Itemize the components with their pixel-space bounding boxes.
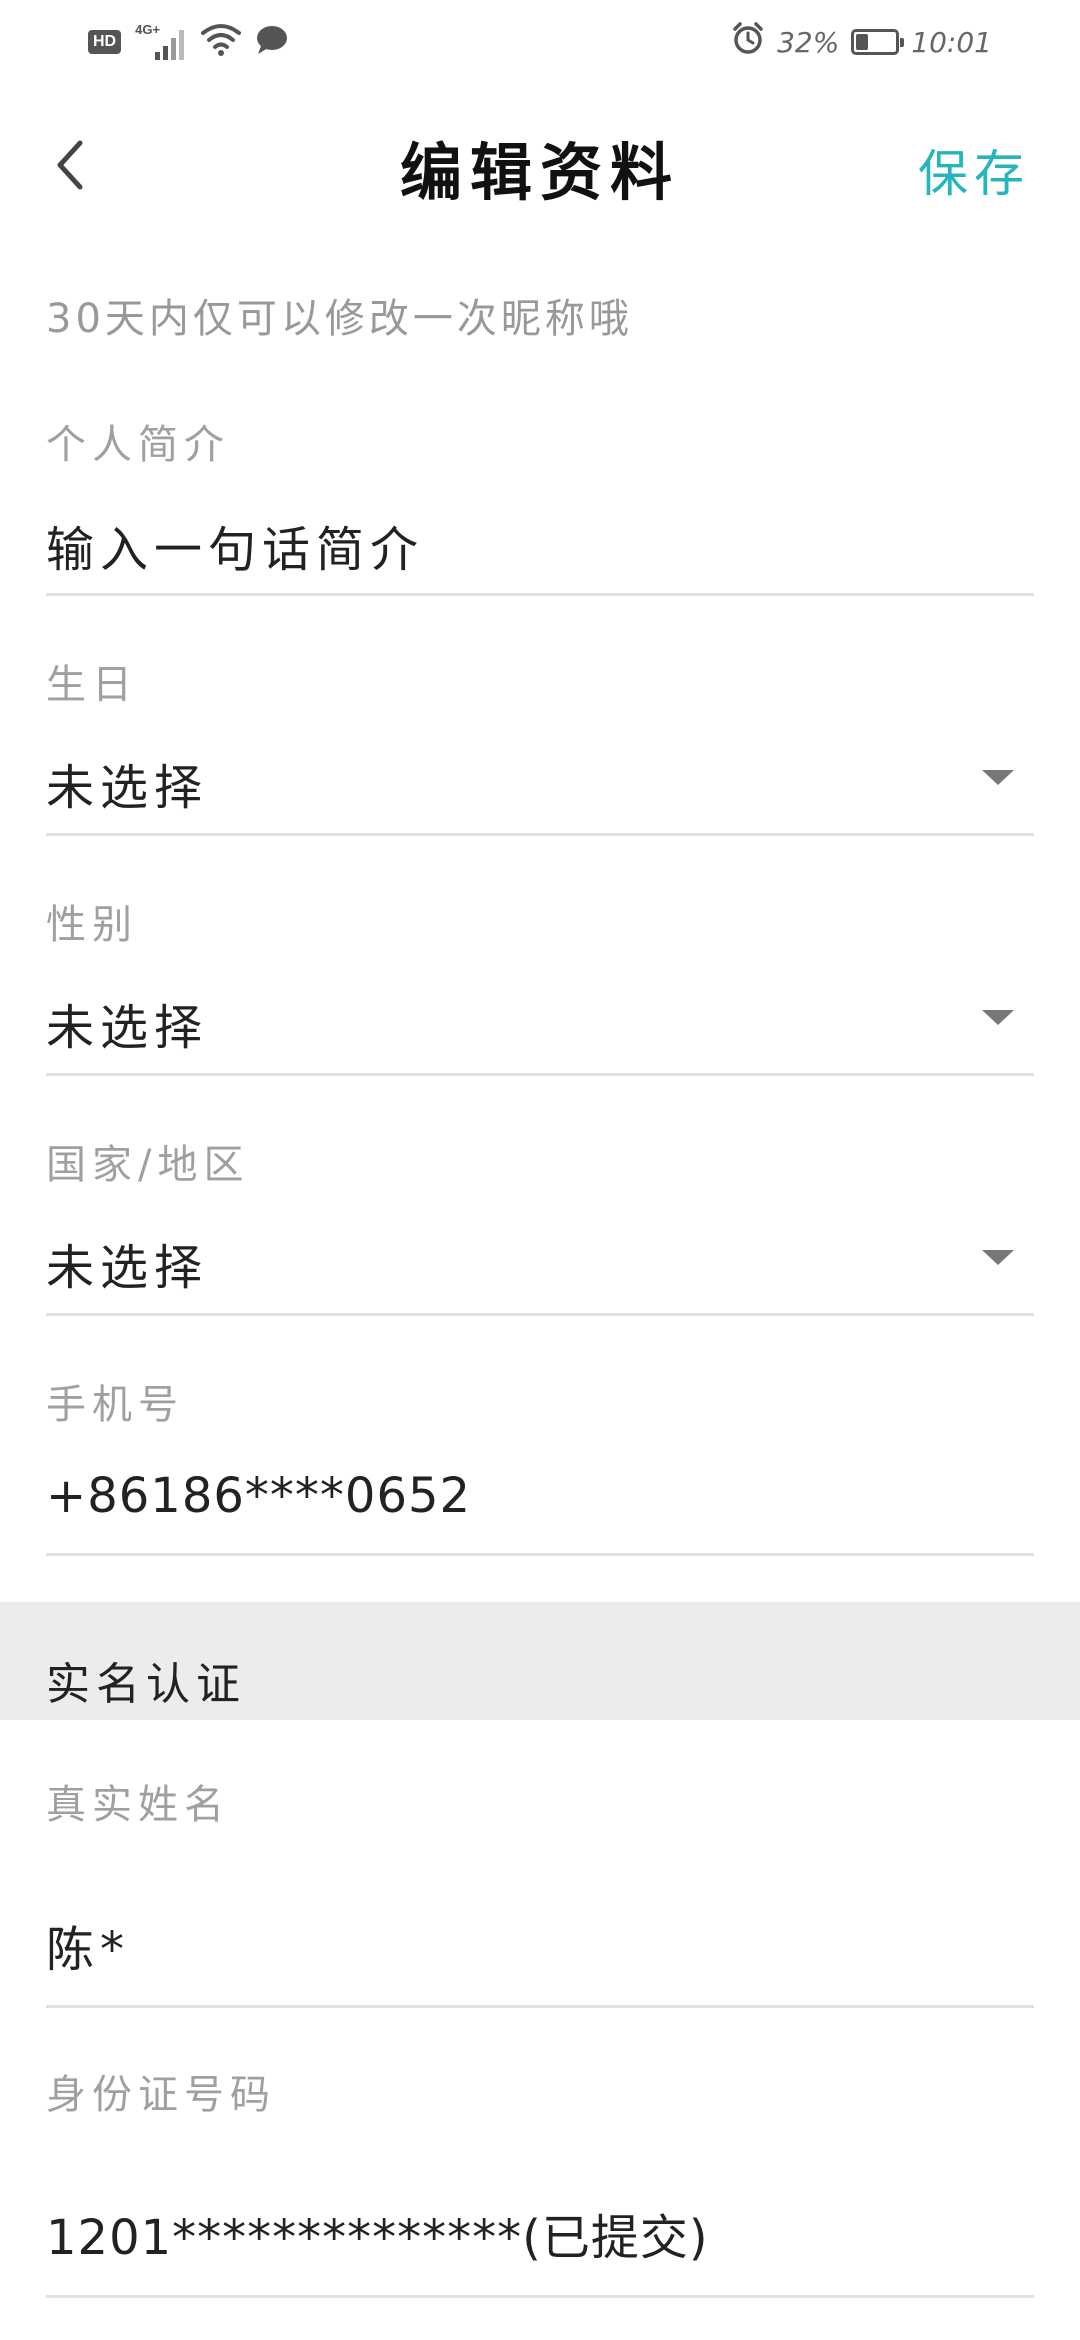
dropdown-arrow-icon[interactable] — [982, 1250, 1014, 1265]
birthday-select[interactable]: 未选择 — [46, 748, 208, 818]
real-name-value: 陈* — [46, 1922, 131, 1978]
bio-input[interactable]: 输入一句话简介 — [46, 510, 424, 580]
gender-label: 性别 — [46, 902, 138, 948]
phone-field[interactable]: 手机号 +86186****0652 — [46, 1360, 1034, 1560]
divider — [46, 1553, 1034, 1556]
battery-percent: 32% — [777, 25, 840, 59]
clock-time: 10:01 — [911, 25, 992, 59]
id-number-field: 身份证号码 1201**************(已提交) — [46, 2050, 1034, 2300]
gender-field[interactable]: 性别 未选择 — [46, 880, 1034, 1080]
divider — [46, 593, 1034, 596]
phone-value[interactable]: +86186****0652 — [46, 1468, 471, 1524]
section-title: 实名认证 — [46, 1659, 246, 1710]
id-number-label: 身份证号码 — [46, 2072, 276, 2118]
divider — [46, 1073, 1034, 1076]
real-name-field: 真实姓名 陈* — [46, 1760, 1034, 2010]
region-field[interactable]: 国家/地区 未选择 — [46, 1120, 1034, 1320]
divider — [46, 2005, 1034, 2008]
status-left: HD 4G+ — [88, 20, 289, 64]
verification-section-header: 实名认证 — [0, 1602, 1080, 1720]
region-label: 国家/地区 — [46, 1142, 250, 1188]
region-select[interactable]: 未选择 — [46, 1228, 208, 1298]
dropdown-arrow-icon[interactable] — [982, 1010, 1014, 1025]
phone-label: 手机号 — [46, 1382, 184, 1428]
divider — [46, 2295, 1034, 2298]
birthday-field[interactable]: 生日 未选择 — [46, 640, 1034, 840]
status-bar: HD 4G+ 32% 10:01 — [0, 0, 1080, 82]
gender-select[interactable]: 未选择 — [46, 988, 208, 1058]
status-right: 32% 10:01 — [731, 20, 992, 64]
id-number-value: 1201**************(已提交) — [46, 2210, 709, 2266]
bio-field[interactable]: 个人简介 输入一句话简介 — [46, 400, 1034, 600]
divider — [46, 1313, 1034, 1316]
message-icon — [255, 24, 289, 60]
signal-icon: 4G+ — [135, 22, 187, 62]
battery-icon — [851, 29, 905, 55]
wifi-icon — [201, 23, 242, 61]
app-header: 编辑资料 保存 — [0, 100, 1080, 230]
alarm-icon — [731, 21, 765, 63]
dropdown-arrow-icon[interactable] — [982, 770, 1014, 785]
divider — [46, 833, 1034, 836]
bio-label: 个人简介 — [46, 422, 230, 468]
nickname-hint: 30天内仅可以修改一次昵称哦 — [46, 296, 633, 342]
battery-level — [856, 34, 869, 50]
birthday-label: 生日 — [46, 662, 138, 708]
hd-badge: HD — [88, 30, 122, 54]
network-type: 4G+ — [135, 22, 161, 37]
real-name-label: 真实姓名 — [46, 1782, 230, 1828]
save-button[interactable]: 保存 — [918, 134, 1030, 206]
